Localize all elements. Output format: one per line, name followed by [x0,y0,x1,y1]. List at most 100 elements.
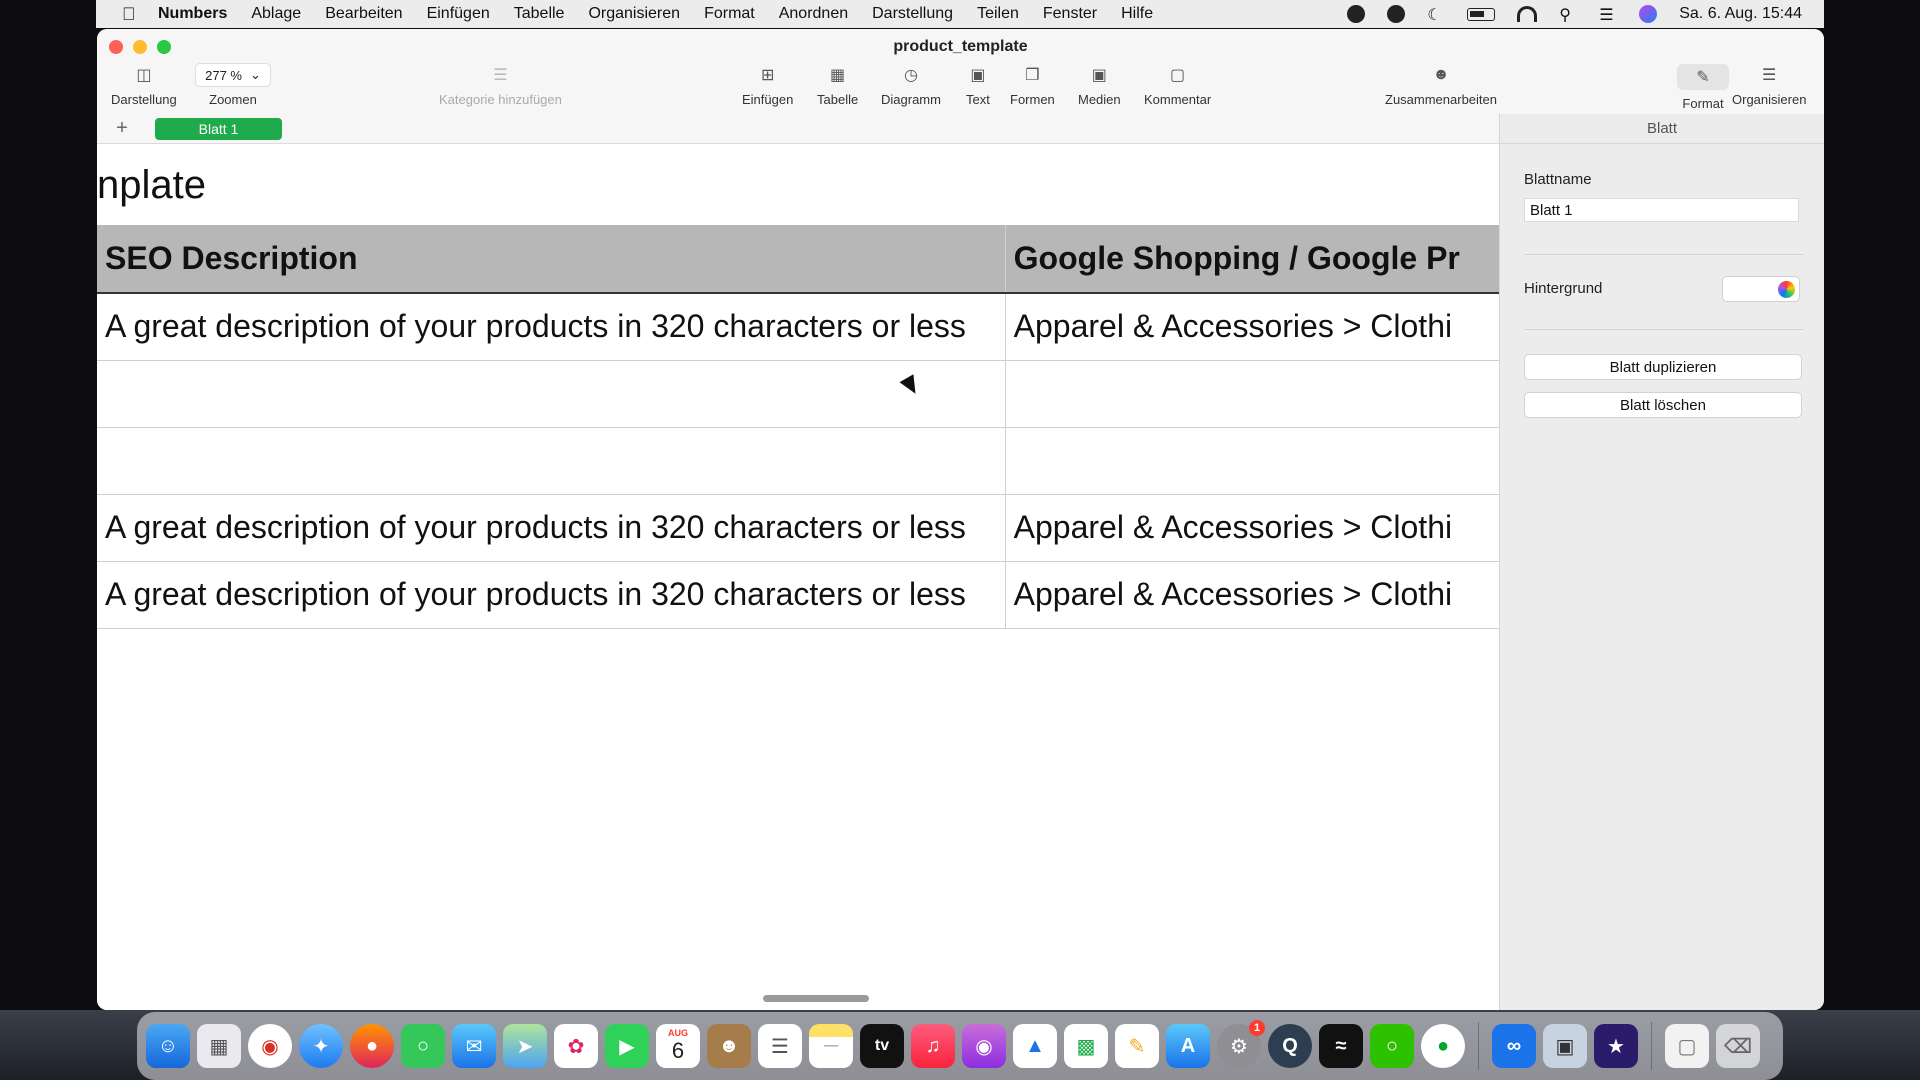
mail-icon[interactable]: ✉ [452,1024,496,1068]
photos-icon[interactable]: ✿ [554,1024,598,1068]
quicktime-icon[interactable]: Q [1268,1024,1312,1068]
table-cell[interactable] [1005,427,1499,495]
menu-organisieren[interactable]: Organisieren [588,5,680,23]
table-row: A great description of your products in … [97,561,1499,629]
battery-icon[interactable] [1467,7,1496,21]
view-button[interactable]: ◫ Darstellung [111,64,177,107]
table-cell[interactable] [97,360,1006,428]
product-table[interactable]: SEO Description Google Shopping / Google… [97,225,1499,629]
notes-icon[interactable]: ─ [809,1024,853,1068]
menu-bearbeiten[interactable]: Bearbeiten [325,5,402,23]
table-title[interactable]: nplate [97,163,206,208]
table-cell[interactable]: Apparel & Accessories > Clothi [1005,561,1499,629]
wechat-icon[interactable]: ○ [1370,1024,1414,1068]
activity-monitor-icon[interactable]: ≈ [1319,1024,1363,1068]
zoom-select[interactable]: 277 % ⌄ [195,63,271,87]
finder-icon[interactable]: ☺ [146,1024,190,1068]
header-cell-google-shopping[interactable]: Google Shopping / Google Pr [1005,225,1499,294]
delete-sheet-button[interactable]: Blatt löschen [1524,392,1802,418]
dock: ☺ ▦ ◉ ✦ ● ○ ✉ ➤ ✿ ▶ AUG 6 ☻ ☰ ─ tv ♫ ◉ ▲… [137,1012,1783,1080]
music-icon[interactable]: ♫ [911,1024,955,1068]
zoom-label: Zoomen [209,92,257,107]
collaborate-button[interactable]: ☻ Zusammenarbeiten [1385,64,1497,107]
calendar-icon[interactable]: AUG 6 [656,1024,700,1068]
media-control-icon[interactable] [1387,5,1406,23]
apple-menu-icon[interactable]:  [122,4,144,25]
sheet-tab-blatt-1[interactable]: Blatt 1 [155,117,282,140]
inspector-title[interactable]: Blatt [1500,114,1824,144]
menu-teilen[interactable]: Teilen [977,5,1019,23]
spotlight-search-icon[interactable]: ⚲ [1559,5,1577,24]
chart-button[interactable]: ◷ Diagramm [881,64,941,107]
maps-icon[interactable]: ➤ [503,1024,547,1068]
table-cell[interactable]: A great description of your products in … [97,293,1006,361]
preview-icon[interactable]: ▣ [1543,1024,1587,1068]
table-cell[interactable] [97,427,1006,495]
menu-bar:  Numbers Ablage Bearbeiten Einfügen Tab… [96,0,1824,28]
header-cell-seo-description[interactable]: SEO Description [97,225,1006,294]
menu-app-name[interactable]: Numbers [158,5,227,23]
menu-clock[interactable]: Sa. 6. Aug. 15:44 [1679,5,1802,23]
chrome-icon[interactable]: ◉ [248,1024,292,1068]
pages-icon[interactable]: ✎ [1115,1024,1159,1068]
duplicate-sheet-button[interactable]: Blatt duplizieren [1524,354,1802,380]
table-cell[interactable]: Apparel & Accessories > Clothi [1005,293,1499,361]
document-title: product_template [893,38,1028,55]
messages-icon[interactable]: ○ [401,1024,445,1068]
dock-separator [1651,1022,1652,1070]
sheet-tab-bar: + Blatt 1 [97,114,1499,144]
system-preferences-icon[interactable]: ⚙ 1 [1217,1020,1265,1068]
menu-format[interactable]: Format [704,5,755,23]
menu-fenster[interactable]: Fenster [1043,5,1097,23]
table-cell[interactable] [1005,360,1499,428]
menu-anordnen[interactable]: Anordnen [779,5,848,23]
table-label: Tabelle [817,92,859,107]
imovie-icon[interactable]: ★ [1594,1024,1638,1068]
bluetooth-icon[interactable]: ∞ [1492,1024,1536,1068]
podcasts-icon[interactable]: ◉ [962,1024,1006,1068]
control-center-icon[interactable]: ☰ [1599,5,1617,24]
numbers-icon[interactable]: ▩ [1064,1024,1108,1068]
downloads-folder-icon[interactable]: ▢ [1665,1024,1709,1068]
siri-icon[interactable] [1639,5,1658,23]
zoom-control[interactable]: 277 % ⌄ Zoomen [195,63,271,107]
format-button[interactable]: ✎ Format [1677,64,1729,111]
menu-darstellung[interactable]: Darstellung [872,5,953,23]
table-cell[interactable]: Apparel & Accessories > Clothi [1005,494,1499,562]
menu-tabelle[interactable]: Tabelle [514,5,565,23]
add-sheet-button[interactable]: + [107,117,137,140]
table-row: A great description of your products in … [97,494,1499,562]
focus-moon-icon[interactable]: ☾ [1427,5,1445,24]
contacts-icon[interactable]: ☻ [707,1024,751,1068]
screen-record-icon[interactable] [1347,5,1366,23]
media-button[interactable]: ▣ Medien [1078,64,1121,107]
shapes-button[interactable]: ❐ Formen [1010,64,1055,107]
spreadsheet-canvas[interactable]: nplate SEO Description Google Shopping /… [97,145,1499,1010]
app-store-icon[interactable]: A [1166,1024,1210,1068]
table-cell[interactable]: A great description of your products in … [97,561,1006,629]
background-color-well[interactable] [1722,276,1800,302]
menu-einfuegen[interactable]: Einfügen [427,5,490,23]
wifi-icon[interactable] [1517,6,1538,22]
sheet-name-input[interactable]: Blatt 1 [1524,198,1799,222]
trash-icon[interactable]: ⌫ [1716,1024,1760,1068]
firefox-icon[interactable]: ● [350,1024,394,1068]
text-button[interactable]: ▣ Text [966,64,990,107]
table-cell[interactable]: A great description of your products in … [97,494,1006,562]
table-button[interactable]: ▦ Tabelle [817,64,858,107]
apple-tv-icon[interactable]: tv [860,1024,904,1068]
reminders-icon[interactable]: ☰ [758,1024,802,1068]
horizontal-scrollbar[interactable] [763,995,869,1002]
safari-icon[interactable]: ✦ [299,1024,343,1068]
menu-ablage[interactable]: Ablage [251,5,301,23]
evernote-icon[interactable]: ● [1421,1024,1465,1068]
comment-button[interactable]: ▢ Kommentar [1144,64,1211,107]
insert-button[interactable]: ⊞ Einfügen [742,64,793,107]
facetime-icon[interactable]: ▶ [605,1024,649,1068]
add-category-button[interactable]: ☰ Kategorie hinzufügen [439,64,562,107]
menu-hilfe[interactable]: Hilfe [1121,5,1153,23]
launchpad-icon[interactable]: ▦ [197,1024,241,1068]
organize-button[interactable]: ☰ Organisieren [1732,64,1806,107]
keynote-icon[interactable]: ▲ [1013,1024,1057,1068]
color-wheel-icon[interactable] [1778,281,1795,298]
